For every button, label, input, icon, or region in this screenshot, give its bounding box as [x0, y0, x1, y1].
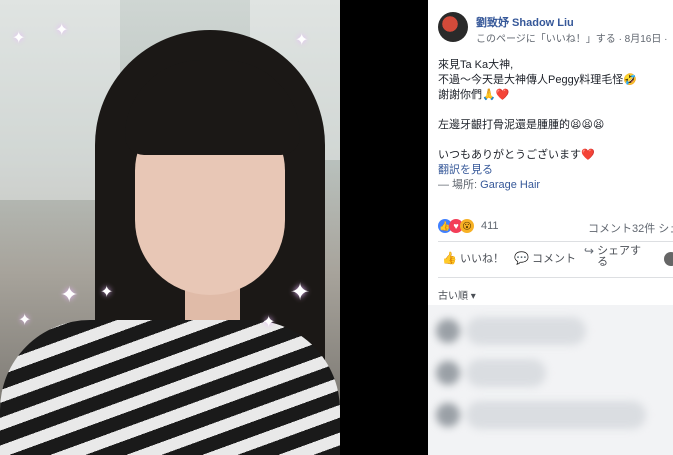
comment-item[interactable]: [436, 357, 668, 391]
place-link[interactable]: Garage Hair: [480, 179, 540, 191]
thumbs-up-icon: 👍: [442, 251, 457, 265]
post-line: 不過～今天是大神傳人Peggy料理毛怪🤣: [438, 74, 637, 86]
actor-avatar[interactable]: [664, 252, 673, 266]
sparkle-icon: ✦: [18, 312, 32, 329]
comments-list: [428, 305, 673, 455]
comment-share-count[interactable]: コメント32件 シェア: [588, 220, 673, 236]
post-meta: このページに「いいね！」する · 8月16日 · ⚙: [476, 30, 673, 45]
sparkle-icon: ✦: [55, 22, 69, 39]
comment-sort-dropdown[interactable]: 古い順 ▾: [438, 287, 476, 302]
author-avatar[interactable]: [438, 12, 468, 42]
reaction-count[interactable]: 411: [481, 220, 499, 232]
photo-shirt: [0, 320, 340, 455]
sparkle-icon: ✦: [100, 284, 114, 301]
like-button[interactable]: 👍 いいね！: [442, 250, 504, 266]
sparkle-icon: ✦: [262, 314, 276, 331]
wow-reaction-icon[interactable]: 😮: [460, 219, 474, 233]
sparkle-icon: ✦: [295, 32, 309, 49]
post-photo[interactable]: ✦ ✦ ✦ ✦ ✦ ✦ ✦ ✦: [0, 0, 340, 455]
author-name[interactable]: 劉致妤 Shadow Liu: [476, 14, 574, 30]
viewer-divider: [340, 0, 428, 455]
post-text: 來見Ta Ka大神, 不過～今天是大神傳人Peggy料理毛怪🤣 謝謝你們🙏❤️ …: [438, 58, 670, 193]
share-label-line2: る: [597, 256, 609, 268]
sparkle-icon: ✦: [290, 279, 311, 306]
post-header: 劉致妤 Shadow Liu このページに「いいね！」する · 8月16日 · …: [438, 12, 673, 48]
see-translation-link[interactable]: 翻訳を見る: [438, 163, 670, 178]
post-line: 謝謝你們🙏❤️: [438, 89, 510, 101]
place-row: — 場所: Garage Hair: [438, 178, 670, 193]
comment-item[interactable]: [436, 399, 668, 433]
sparkle-icon: ✦: [12, 30, 26, 47]
post-meta-text[interactable]: このページに「いいね！」する · 8月16日 ·: [476, 34, 670, 45]
post-line: 來見Ta Ka大神,: [438, 59, 514, 71]
share-icon: ↪: [584, 244, 595, 258]
like-label: いいね！: [459, 253, 504, 265]
comment-icon: 💬: [514, 251, 529, 265]
reactions-bar: 👍 ♥ 😮 411 コメント32件 シェア: [438, 218, 673, 236]
post-line: 左邊牙齦打骨泥還是腫腫的😫😫😫: [438, 119, 605, 131]
share-button[interactable]: ↪ シェアする: [584, 244, 641, 268]
place-label: — 場所:: [438, 179, 481, 191]
post-line: いつもありがとうございます❤️: [438, 149, 595, 161]
comment-label: コメント: [531, 253, 576, 265]
divider: [438, 241, 673, 242]
divider: [438, 277, 673, 278]
comment-item[interactable]: [436, 315, 668, 349]
post-actions: 👍 いいね！ 💬 コメント ↪ シェアする: [438, 244, 673, 274]
sparkle-icon: ✦: [60, 282, 79, 307]
comment-button[interactable]: 💬 コメント: [514, 250, 576, 266]
post-panel: 劉致妤 Shadow Liu このページに「いいね！」する · 8月16日 · …: [428, 0, 673, 455]
